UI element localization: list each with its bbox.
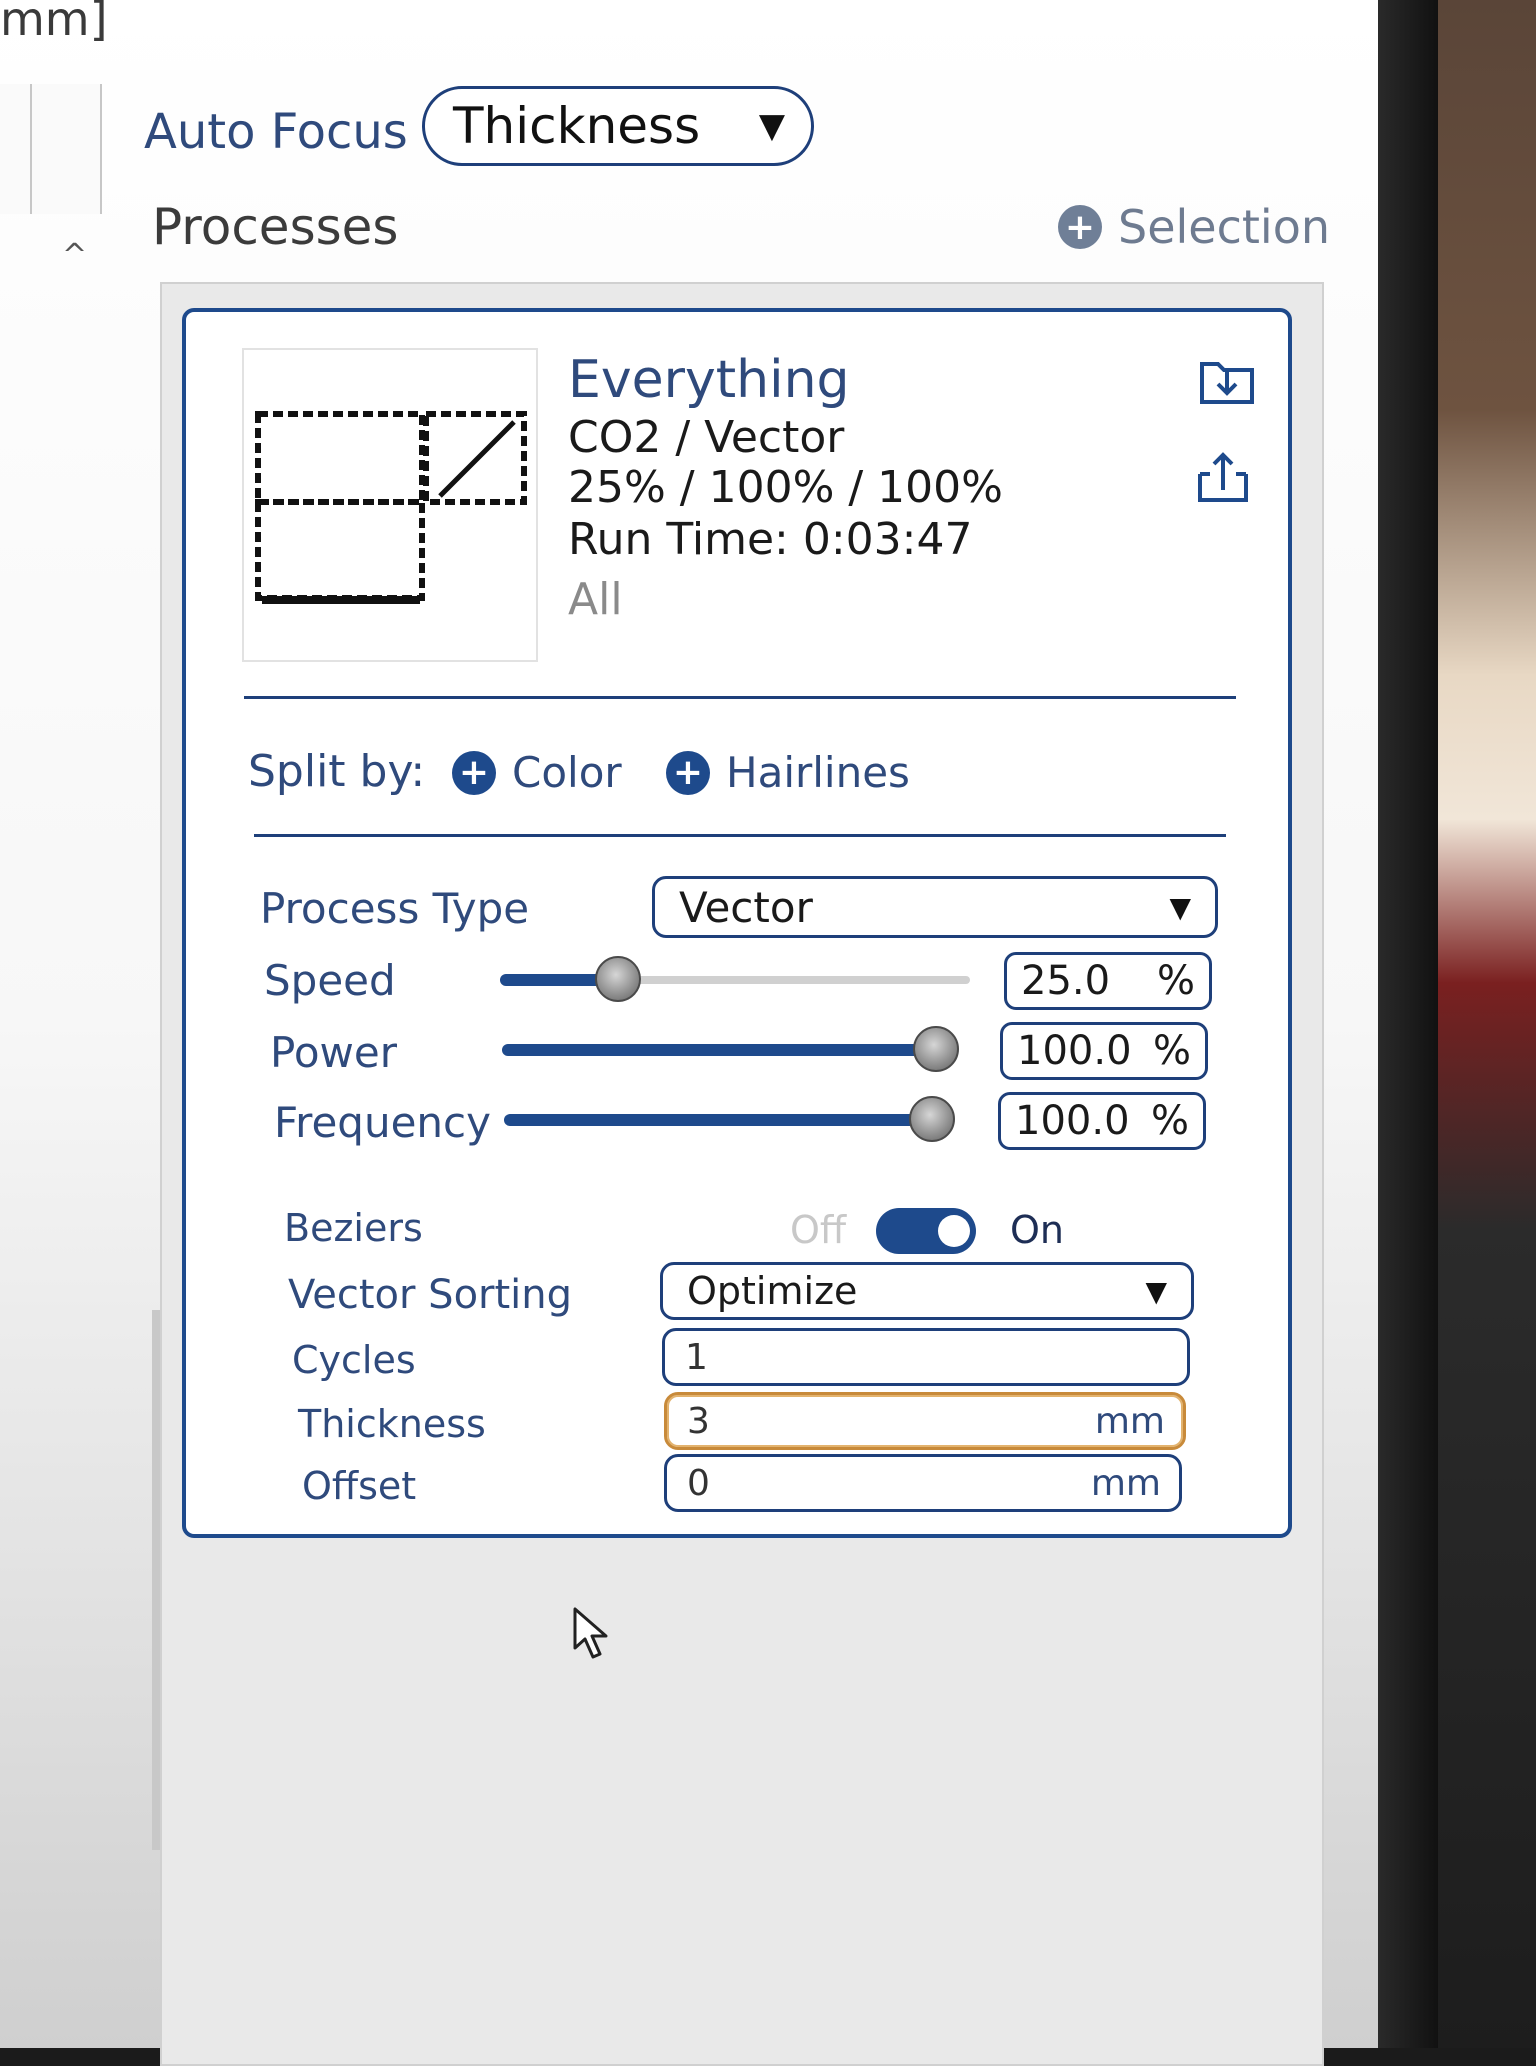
speed-label: Speed <box>264 956 396 1005</box>
cycles-input[interactable]: 1 <box>662 1328 1190 1386</box>
thickness-input[interactable]: 3 mm <box>664 1392 1186 1450</box>
divider <box>254 834 1226 837</box>
offset-label: Offset <box>302 1464 417 1508</box>
chevron-down-icon: ▼ <box>758 106 785 146</box>
frequency-unit: % <box>1150 1098 1189 1144</box>
speed-unit: % <box>1156 958 1195 1004</box>
beziers-off-label: Off <box>790 1208 847 1252</box>
speed-value: 25.0 <box>1021 958 1111 1004</box>
vector-sorting-value: Optimize <box>687 1269 858 1313</box>
offset-value: 0 <box>687 1462 710 1504</box>
power-label: Power <box>270 1028 397 1077</box>
speed-slider[interactable] <box>500 956 970 1002</box>
room-background <box>1438 0 1536 2048</box>
power-value: 100.0 <box>1017 1028 1132 1074</box>
selection-label: Selection <box>1118 200 1330 254</box>
process-laser-mode: CO2 / Vector <box>568 412 845 463</box>
chevron-up-icon[interactable]: ^ <box>62 238 87 273</box>
split-color-label: Color <box>512 748 622 797</box>
offset-input[interactable]: 0 mm <box>664 1454 1182 1512</box>
split-by-label: Split by: <box>248 746 426 797</box>
offset-unit: mm <box>1090 1462 1161 1504</box>
mouse-pointer-icon <box>572 1606 612 1662</box>
chevron-down-icon: ▼ <box>1169 890 1191 924</box>
unit-label: mm] <box>0 0 108 46</box>
frequency-slider[interactable] <box>504 1096 955 1142</box>
power-input[interactable]: 100.0 % <box>1000 1022 1208 1080</box>
process-type-value: Vector <box>679 882 813 932</box>
frequency-label: Frequency <box>274 1098 491 1147</box>
auto-focus-select[interactable]: Thickness ▼ <box>422 86 814 166</box>
left-panel-strip <box>0 84 102 214</box>
import-icon[interactable] <box>1196 348 1258 410</box>
process-thumbnail <box>242 348 538 662</box>
cycles-label: Cycles <box>292 1338 416 1382</box>
beziers-label: Beziers <box>284 1206 423 1250</box>
frequency-slider-fill <box>504 1114 932 1126</box>
processes-title: Processes <box>152 198 399 256</box>
speed-slider-handle[interactable] <box>594 956 641 1002</box>
add-selection-button[interactable]: + Selection <box>1058 200 1330 254</box>
power-slider-handle[interactable] <box>913 1026 959 1072</box>
auto-focus-label: Auto Focus <box>144 104 408 160</box>
export-icon[interactable] <box>1192 446 1254 508</box>
chevron-down-icon: ▼ <box>1145 1274 1167 1308</box>
monitor-bezel <box>1378 0 1438 2048</box>
frequency-slider-handle[interactable] <box>909 1096 955 1142</box>
process-type-label: Process Type <box>260 884 530 933</box>
plus-circle-icon: + <box>666 750 710 795</box>
beziers-on-label: On <box>1010 1208 1064 1252</box>
frequency-input[interactable]: 100.0 % <box>998 1092 1206 1150</box>
speed-input[interactable]: 25.0 % <box>1004 952 1212 1010</box>
thickness-value: 3 <box>687 1400 710 1442</box>
beziers-toggle[interactable] <box>876 1208 976 1254</box>
process-name: Everything <box>568 350 850 410</box>
process-scope: All <box>568 574 623 625</box>
vector-sorting-label: Vector Sorting <box>288 1272 573 1318</box>
split-hairlines-label: Hairlines <box>726 748 910 797</box>
split-by-color-button[interactable]: + Color <box>452 748 622 797</box>
plus-circle-icon: + <box>1058 205 1102 249</box>
split-by-hairlines-button[interactable]: + Hairlines <box>666 748 910 797</box>
frequency-value: 100.0 <box>1015 1098 1130 1144</box>
cycles-value: 1 <box>685 1336 708 1378</box>
plus-circle-icon: + <box>452 750 496 795</box>
thickness-unit: mm <box>1094 1400 1165 1442</box>
process-type-select[interactable]: Vector ▼ <box>652 876 1218 938</box>
power-slider-fill <box>502 1044 936 1056</box>
power-unit: % <box>1152 1028 1191 1074</box>
divider <box>244 696 1236 699</box>
process-run-time: Run Time: 0:03:47 <box>568 514 973 565</box>
auto-focus-value: Thickness <box>453 97 701 155</box>
power-slider[interactable] <box>502 1026 959 1072</box>
thickness-label: Thickness <box>298 1402 486 1446</box>
app-window: mm] ^ Auto Focus Thickness ▼ Processes +… <box>0 0 1378 2066</box>
process-settings-summary: 25% / 100% / 100% <box>568 462 1003 513</box>
vector-sorting-select[interactable]: Optimize ▼ <box>660 1262 1194 1320</box>
